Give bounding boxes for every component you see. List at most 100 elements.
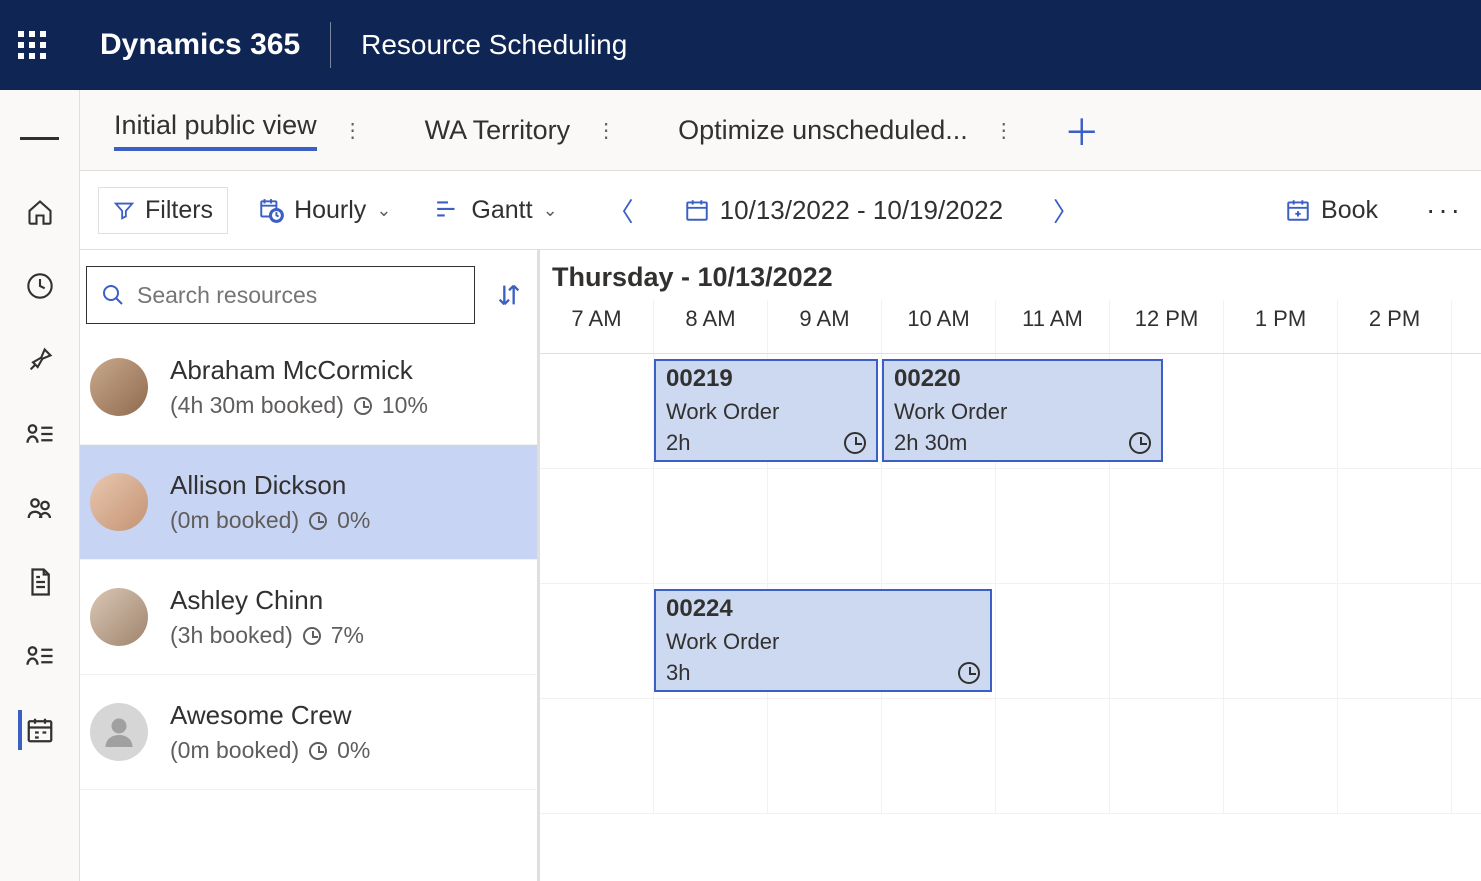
gantt-icon [435,199,461,221]
left-nav-rail [0,90,80,881]
search-icon [101,283,125,307]
team-icon[interactable] [20,488,60,528]
avatar [90,703,148,761]
tab-menu-icon[interactable]: ⋮ [984,118,1024,143]
timescale-label: Hourly [294,196,366,225]
chevron-down-icon: ⌄ [543,200,558,221]
calendar-icon [684,197,710,223]
clock-icon [1129,432,1151,454]
timescale-dropdown[interactable]: Hourly ⌄ [244,188,405,233]
calendar-clock-icon [258,197,284,223]
booking-type: Work Order [666,629,980,655]
search-input[interactable] [137,282,460,309]
avatar [90,588,148,646]
resource-name: Abraham McCormick [170,355,428,386]
schedule-board-icon[interactable] [18,710,58,750]
document-icon[interactable] [20,562,60,602]
chevron-down-icon: ⌄ [376,200,391,221]
view-tabs: Initial public view ⋮ WA Territory ⋮ Opt… [80,90,1481,170]
tab-optimize-unscheduled[interactable]: Optimize unscheduled... [672,107,974,154]
sort-button[interactable] [489,273,529,317]
date-range-label: 10/13/2022 - 10/19/2022 [720,195,1003,226]
day-header: Thursday - 10/13/2022 [540,250,1481,300]
hour-label: 1 PM [1224,300,1338,353]
resource-row[interactable]: Ashley Chinn (3h booked) 7% [80,560,537,675]
gantt-row[interactable]: 00224 Work Order 3h [540,584,1481,699]
gantt-rows: 00219 Work Order 2h 00220 Work Order 2 [540,354,1481,814]
resource-name: Awesome Crew [170,700,370,731]
resource-meta: (0m booked) 0% [170,507,370,534]
people-list-2-icon[interactable] [20,636,60,676]
book-label: Book [1321,196,1378,225]
book-button[interactable]: Book [1271,188,1392,233]
schedule-board: Abraham McCormick (4h 30m booked) 10% Al… [80,250,1481,881]
add-tab-button[interactable]: ＋ [1064,104,1100,156]
resource-row[interactable]: Awesome Crew (0m booked) 0% [80,675,537,790]
clock-icon [309,512,327,530]
tab-label: WA Territory [425,115,571,146]
next-period-button[interactable]: 〉 [1033,192,1099,229]
avatar [90,473,148,531]
hamburger-menu-icon[interactable] [20,118,60,158]
tab-label: Initial public view [114,110,317,151]
pinned-icon[interactable] [20,340,60,380]
booking-id: 00224 [666,595,980,623]
clock-icon [309,742,327,760]
tab-menu-icon[interactable]: ⋮ [333,118,373,143]
recent-icon[interactable] [20,266,60,306]
search-resources-box[interactable] [86,266,475,324]
timeline: Thursday - 10/13/2022 7 AM 8 AM 9 AM 10 … [540,250,1481,881]
resource-meta: (4h 30m booked) 10% [170,392,428,419]
hour-header-row: 7 AM 8 AM 9 AM 10 AM 11 AM 12 PM 1 PM 2 … [540,300,1481,354]
date-range-picker[interactable]: 10/13/2022 - 10/19/2022 [670,187,1017,234]
gantt-row[interactable] [540,469,1481,584]
filter-icon [113,199,135,221]
brand-title: Dynamics 365 [100,28,300,62]
tab-label: Optimize unscheduled... [678,115,968,146]
home-icon[interactable] [20,192,60,232]
resource-list: Abraham McCormick (4h 30m booked) 10% Al… [80,330,537,790]
prev-period-button[interactable]: 〈 [588,192,654,229]
book-calendar-icon [1285,197,1311,223]
resource-panel: Abraham McCormick (4h 30m booked) 10% Al… [80,250,540,881]
resource-meta: (0m booked) 0% [170,737,370,764]
gantt-row[interactable]: 00219 Work Order 2h 00220 Work Order 2 [540,354,1481,469]
booking-id: 00219 [666,365,866,393]
gantt-row[interactable] [540,699,1481,814]
clock-icon [354,397,372,415]
resource-row[interactable]: Allison Dickson (0m booked) 0% [80,445,537,560]
booking-duration: 2h 30m [894,430,967,456]
booking-type: Work Order [666,399,866,425]
hour-label: 9 AM [768,300,882,353]
hour-label: 11 AM [996,300,1110,353]
booking-block[interactable]: 00224 Work Order 3h [654,589,992,692]
filters-button[interactable]: Filters [98,187,228,234]
clock-icon [958,662,980,684]
hour-label: 7 AM [540,300,654,353]
hour-label: 12 PM [1110,300,1224,353]
tab-wa-territory[interactable]: WA Territory [419,107,577,154]
resource-meta: (3h booked) 7% [170,622,364,649]
hour-label: 8 AM [654,300,768,353]
clock-icon [303,627,321,645]
booking-block[interactable]: 00220 Work Order 2h 30m [882,359,1163,462]
hour-label: 10 AM [882,300,996,353]
filters-label: Filters [145,196,213,225]
hour-label: 2 PM [1338,300,1452,353]
booking-block[interactable]: 00219 Work Order 2h [654,359,878,462]
resource-name: Allison Dickson [170,470,370,501]
booking-type: Work Order [894,399,1151,425]
app-launcher-icon[interactable] [18,31,58,59]
booking-id: 00220 [894,365,1151,393]
people-list-icon[interactable] [20,414,60,454]
avatar [90,358,148,416]
divider [330,22,331,68]
tab-initial-public-view[interactable]: Initial public view [108,102,323,159]
more-actions-button[interactable]: ··· [1408,194,1481,226]
app-subtitle: Resource Scheduling [361,29,627,61]
viewmode-dropdown[interactable]: Gantt ⌄ [421,188,571,233]
resource-row[interactable]: Abraham McCormick (4h 30m booked) 10% [80,330,537,445]
clock-icon [844,432,866,454]
viewmode-label: Gantt [471,196,532,225]
tab-menu-icon[interactable]: ⋮ [586,118,626,143]
